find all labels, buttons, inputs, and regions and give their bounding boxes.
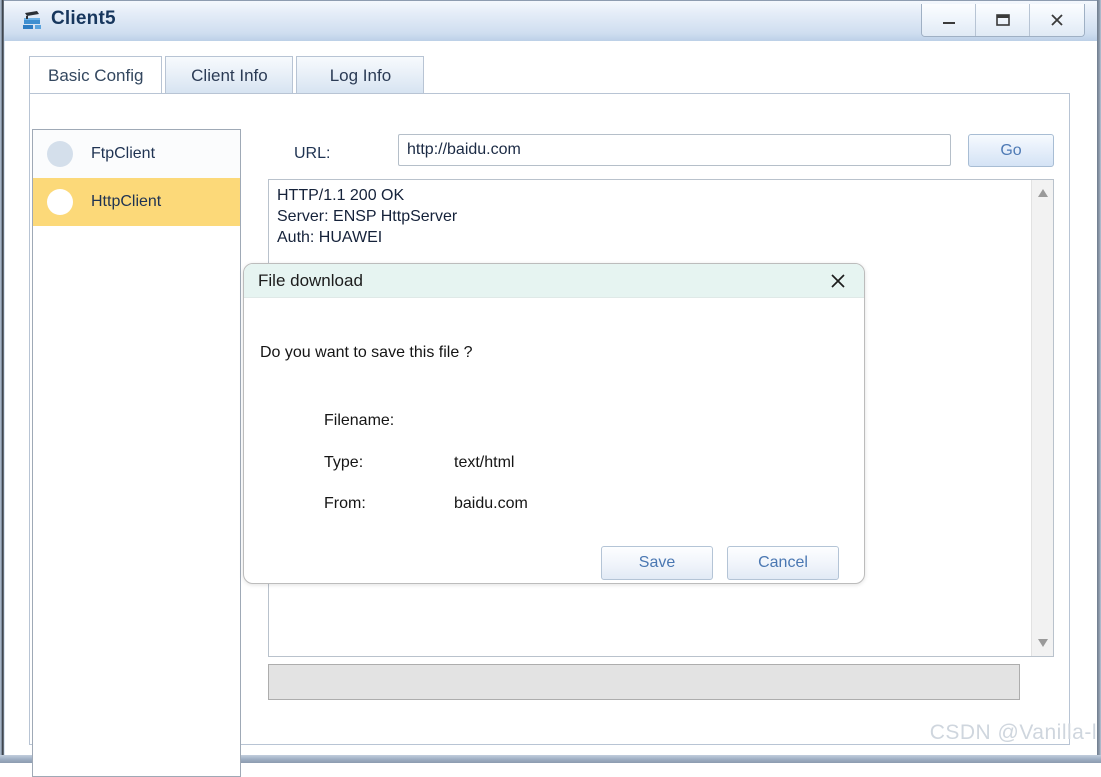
- scroll-down-arrow-icon[interactable]: [1032, 632, 1053, 654]
- tab-strip: Basic Config Client Info Log Info: [29, 56, 427, 94]
- tab-client-info[interactable]: Client Info: [165, 56, 294, 94]
- list-item-httpclient-label: HttpClient: [91, 193, 162, 210]
- file-download-dialog: File download Do you want to save this f…: [243, 263, 865, 584]
- scroll-up-arrow-icon[interactable]: [1032, 182, 1053, 204]
- minimize-icon: [942, 22, 955, 24]
- dialog-field-type-label: Type:: [324, 454, 364, 471]
- window-controls: [921, 4, 1085, 37]
- device-icon: [20, 8, 46, 34]
- tab-basic-config-label: Basic Config: [48, 65, 144, 85]
- minimize-button[interactable]: [922, 4, 976, 36]
- maximize-button[interactable]: [976, 4, 1030, 36]
- dialog-field-type-value: text/html: [454, 454, 515, 471]
- ftpclient-status-icon: [47, 141, 73, 167]
- dialog-field-from: From: baidu.com: [244, 495, 864, 515]
- tab-log-info[interactable]: Log Info: [296, 56, 425, 94]
- url-input[interactable]: [398, 134, 951, 166]
- close-button[interactable]: [1030, 4, 1084, 36]
- window-frame-right-edge: [1097, 0, 1101, 755]
- save-button[interactable]: Save: [601, 546, 713, 580]
- dialog-field-from-value: baidu.com: [454, 495, 528, 512]
- response-scrollbar[interactable]: [1031, 180, 1053, 656]
- response-text: HTTP/1.1 200 OK Server: ENSP HttpServer …: [277, 187, 458, 246]
- url-label: URL:: [294, 145, 331, 162]
- maximize-icon: [995, 14, 1010, 26]
- close-icon: [1051, 14, 1063, 26]
- go-button[interactable]: Go: [968, 134, 1054, 167]
- window-title-bar: Client5: [4, 0, 1097, 41]
- close-icon: [831, 274, 845, 288]
- tab-basic-config[interactable]: Basic Config: [29, 56, 163, 94]
- dialog-title-bar: File download: [244, 264, 864, 298]
- dialog-title: File download: [258, 271, 363, 290]
- dialog-field-from-label: From:: [324, 495, 366, 512]
- tab-client-info-label: Client Info: [191, 65, 268, 85]
- window-content: Basic Config Client Info Log Info FtpCli…: [4, 41, 1097, 777]
- list-item-ftpclient-label: FtpClient: [91, 145, 156, 162]
- dialog-question: Do you want to save this file ?: [260, 344, 473, 361]
- dialog-field-filename: Filename:: [244, 412, 864, 432]
- window-title: Client5: [51, 8, 116, 29]
- dialog-close-button[interactable]: [824, 268, 852, 294]
- client-list[interactable]: FtpClient HttpClient: [32, 129, 241, 777]
- application-window: Client5 Basic Config Client Info Log Inf…: [0, 0, 1101, 777]
- httpclient-status-icon: [47, 189, 73, 215]
- status-bar: [268, 664, 1020, 700]
- dialog-field-filename-label: Filename:: [324, 412, 395, 429]
- dialog-body: Do you want to save this file ? Filename…: [244, 298, 864, 583]
- dialog-field-type: Type: text/html: [244, 454, 864, 474]
- cancel-button[interactable]: Cancel: [727, 546, 839, 580]
- list-item-ftpclient[interactable]: FtpClient: [33, 130, 240, 178]
- tab-log-info-label: Log Info: [329, 65, 392, 85]
- list-item-httpclient[interactable]: HttpClient: [33, 178, 240, 226]
